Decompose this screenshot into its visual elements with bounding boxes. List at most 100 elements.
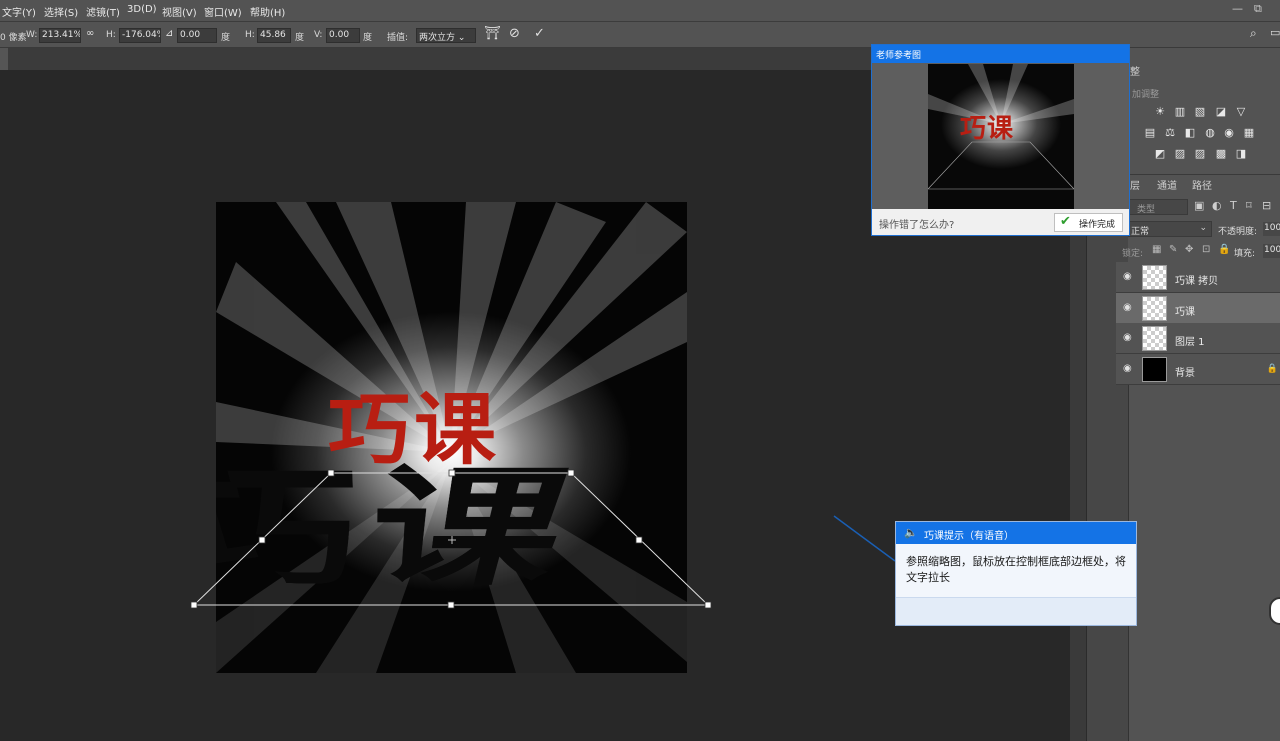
filter-type-icon[interactable]: T [1230, 199, 1237, 212]
gradient-map-icon[interactable]: ◨ [1235, 148, 1247, 159]
reference-image: 巧课 [928, 64, 1074, 209]
visibility-eye-icon[interactable]: ◉ [1123, 271, 1132, 282]
done-button[interactable]: ✔ 操作完成 [1054, 213, 1123, 232]
speaker-icon[interactable]: 🔈 [904, 526, 918, 539]
filter-adjust-icon[interactable]: ◐ [1212, 199, 1222, 212]
minimize-icon[interactable]: — [1232, 2, 1243, 15]
hue-icon[interactable]: ▤ [1144, 127, 1156, 138]
photo-filter-icon[interactable]: ◍ [1204, 127, 1216, 138]
degree-label-1: 度 [221, 33, 231, 43]
hint-footer [896, 597, 1136, 625]
reference-title-text: 巧课 [960, 114, 1015, 144]
reference-window: 老师参考图 巧课 操作错了怎么办? ✔ 操作完成 [871, 44, 1130, 236]
angle-field[interactable]: 0.00 [177, 28, 217, 43]
title-text: 巧课 [328, 385, 501, 476]
fill-label: 填充: [1234, 249, 1256, 259]
lock-transparent-icon[interactable]: ▦ [1152, 244, 1161, 255]
opacity-label: 不透明度: [1218, 227, 1258, 237]
help-link[interactable]: 操作错了怎么办? [879, 216, 954, 231]
link-icon[interactable]: ∞ [86, 28, 94, 39]
layer-name: 图层 1 [1175, 337, 1205, 348]
hint-text: 参照缩略图，鼠标放在控制框底部边框处，将文字拉长 [906, 555, 1126, 584]
tab-channels[interactable]: 通道 [1157, 177, 1177, 192]
levels-icon[interactable]: ▥ [1174, 106, 1186, 117]
angle-icon: ⊿ [165, 28, 174, 39]
opacity-field[interactable]: 100 [1263, 222, 1280, 236]
invert-icon[interactable]: ◩ [1154, 148, 1166, 159]
cancel-icon[interactable]: ⊘ [509, 26, 520, 41]
lookup-icon[interactable]: ▦ [1243, 127, 1255, 138]
warp-icon[interactable]: ⛩ [484, 26, 501, 41]
curves-icon[interactable]: ▧ [1194, 106, 1206, 117]
layer-row[interactable]: ◉ 巧课 [1116, 293, 1280, 324]
workspace-icon[interactable]: ▭ [1270, 26, 1280, 39]
document-canvas[interactable]: 巧课 巧课 [216, 202, 687, 673]
blend-mode-select[interactable]: 正常 ⌄ [1128, 221, 1212, 237]
layers-panel-header: 层 通道 路径 类型 ▣ ◐ T ⌑ ⊟ 正常 ⌄ 不透明度: 100 锁定: … [1122, 174, 1280, 264]
menu-type[interactable]: 文字(Y) [2, 4, 36, 19]
menu-bar: 文字(Y) 选择(S) 滤镜(T) 3D(D) 视图(V) 窗口(W) 帮助(H… [0, 0, 1280, 22]
document-tab[interactable] [0, 48, 8, 70]
brightness-icon[interactable]: ☀ [1154, 106, 1166, 117]
tab-layers[interactable]: 层 [1130, 177, 1140, 192]
layer-row[interactable]: ◉ 图层 1 [1116, 323, 1280, 354]
adjustments-panel: 整 加调整 ☀ ▥ ▧ ◪ ▽ ▤ ⚖ ◧ ◍ ◉ ▦ ◩ ▨ ▨ ▩ ◨ [1128, 58, 1280, 174]
degree-label-3: 度 [363, 33, 373, 43]
interpolation-select[interactable]: 两次立方 ⌄ [416, 28, 476, 43]
vskew-label: V: [314, 30, 323, 40]
width-label: W: [26, 30, 38, 40]
visibility-eye-icon[interactable]: ◉ [1123, 363, 1132, 374]
layer-thumbnail [1142, 357, 1167, 382]
blend-mode-value: 正常 [1131, 227, 1150, 237]
lock-all-icon[interactable]: 🔒 [1218, 244, 1230, 255]
lock-label: 锁定: [1122, 249, 1144, 259]
hint-window-title: 巧课提示（有语音） [924, 531, 1014, 542]
search-icon[interactable]: ⌕ [1250, 26, 1257, 41]
layer-filter-select[interactable]: 类型 [1128, 199, 1188, 215]
menu-view[interactable]: 视图(V) [162, 4, 197, 19]
adjustments-tab[interactable]: 整 [1130, 63, 1140, 78]
width-field[interactable]: 213.41% [39, 28, 81, 43]
filter-smart-icon[interactable]: ⊟ [1262, 199, 1271, 212]
visibility-eye-icon[interactable]: ◉ [1123, 302, 1132, 313]
shadow-text: 巧课 [216, 450, 611, 600]
chevron-down-icon: ⌄ [1199, 223, 1207, 233]
bw-icon[interactable]: ◧ [1184, 127, 1196, 138]
layer-row[interactable]: ◉ 背景 🔒 [1116, 354, 1280, 385]
lock-position-icon[interactable]: ✥ [1185, 244, 1193, 255]
filter-pixel-icon[interactable]: ▣ [1194, 199, 1204, 212]
height-label: H: [106, 30, 116, 40]
threshold-icon[interactable]: ▨ [1194, 148, 1206, 159]
menu-window[interactable]: 窗口(W) [204, 4, 242, 19]
exposure-icon[interactable]: ◪ [1215, 106, 1227, 117]
vibrance-icon[interactable]: ▽ [1235, 106, 1247, 117]
menu-help[interactable]: 帮助(H) [250, 4, 285, 19]
height-field[interactable]: -176.04% [119, 28, 161, 43]
menu-3d[interactable]: 3D(D) [127, 4, 157, 15]
visibility-eye-icon[interactable]: ◉ [1123, 332, 1132, 343]
channel-mixer-icon[interactable]: ◉ [1223, 127, 1235, 138]
commit-icon[interactable]: ✓ [534, 26, 545, 41]
reference-window-title: 老师参考图 [872, 45, 1129, 63]
layer-thumbnail [1142, 296, 1167, 321]
hskew-field[interactable]: 45.86 [257, 28, 291, 43]
vskew-field[interactable]: 0.00 [326, 28, 360, 43]
color-balance-icon[interactable]: ⚖ [1164, 127, 1176, 138]
menu-filter[interactable]: 滤镜(T) [86, 4, 120, 19]
layer-name: 巧课 拷贝 [1175, 276, 1219, 287]
lock-pixels-icon[interactable]: ✎ [1169, 244, 1177, 255]
hint-window-header: 🔈 巧课提示（有语音） [896, 522, 1136, 544]
lock-artboard-icon[interactable]: ⊡ [1202, 244, 1210, 255]
tab-paths[interactable]: 路径 [1192, 177, 1212, 192]
posterize-icon[interactable]: ▨ [1174, 148, 1186, 159]
floating-assistant-icon[interactable] [1269, 597, 1280, 625]
layer-name: 巧课 [1175, 307, 1195, 318]
restore-icon[interactable]: ⧉ [1254, 2, 1262, 16]
layer-row[interactable]: ◉ 巧课 拷贝 [1116, 262, 1280, 293]
selective-color-icon[interactable]: ▩ [1215, 148, 1227, 159]
filter-shape-icon[interactable]: ⌑ [1246, 199, 1252, 212]
menu-select[interactable]: 选择(S) [44, 4, 78, 19]
layer-name: 背景 [1175, 368, 1195, 379]
fill-field[interactable]: 100 [1263, 244, 1280, 258]
layer-filter-label: 类型 [1137, 205, 1156, 215]
